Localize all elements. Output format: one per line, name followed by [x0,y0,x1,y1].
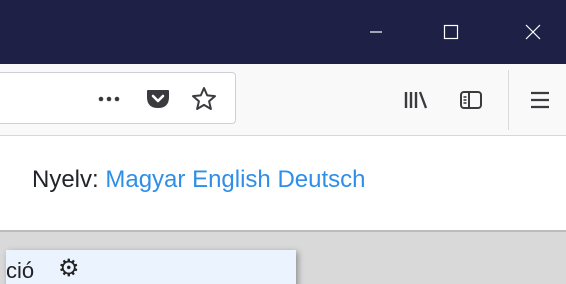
language-link-magyar[interactable]: Magyar [105,166,185,193]
pocket-button[interactable] [140,73,176,125]
minimize-button[interactable] [346,0,406,64]
language-link-english[interactable]: English [192,166,271,193]
close-icon [525,24,541,40]
toolbar-separator [508,70,509,130]
library-button[interactable] [394,64,438,136]
page-content: Nyelv: Magyar English Deutsch ció ⚙ [0,136,566,284]
maximize-button[interactable] [421,0,481,64]
browser-toolbar [0,64,566,136]
language-selector: Nyelv: Magyar English Deutsch [32,166,366,194]
sidebar-icon [460,91,482,109]
page-actions-button[interactable] [87,73,131,125]
language-label: Nyelv: [32,166,99,193]
pocket-icon [147,90,169,108]
bookmark-star-button[interactable] [185,73,223,125]
hamburger-menu-icon [531,91,549,109]
open-menu-button[interactable] [518,64,562,136]
star-icon [192,87,216,110]
library-icon [404,91,428,109]
gear-icon[interactable]: ⚙ [58,256,80,280]
language-link-deutsch[interactable]: Deutsch [277,166,365,193]
settings-card: ció ⚙ [6,250,296,284]
title-bar [0,0,566,64]
browser-window: Nyelv: Magyar English Deutsch ció ⚙ [0,0,566,284]
maximize-icon [443,24,459,40]
close-button[interactable] [503,0,563,64]
address-bar[interactable] [0,72,236,124]
card-title: ció [6,258,35,283]
ellipsis-icon [98,96,120,102]
minimize-icon [370,31,382,33]
sidebar-button[interactable] [450,64,492,136]
